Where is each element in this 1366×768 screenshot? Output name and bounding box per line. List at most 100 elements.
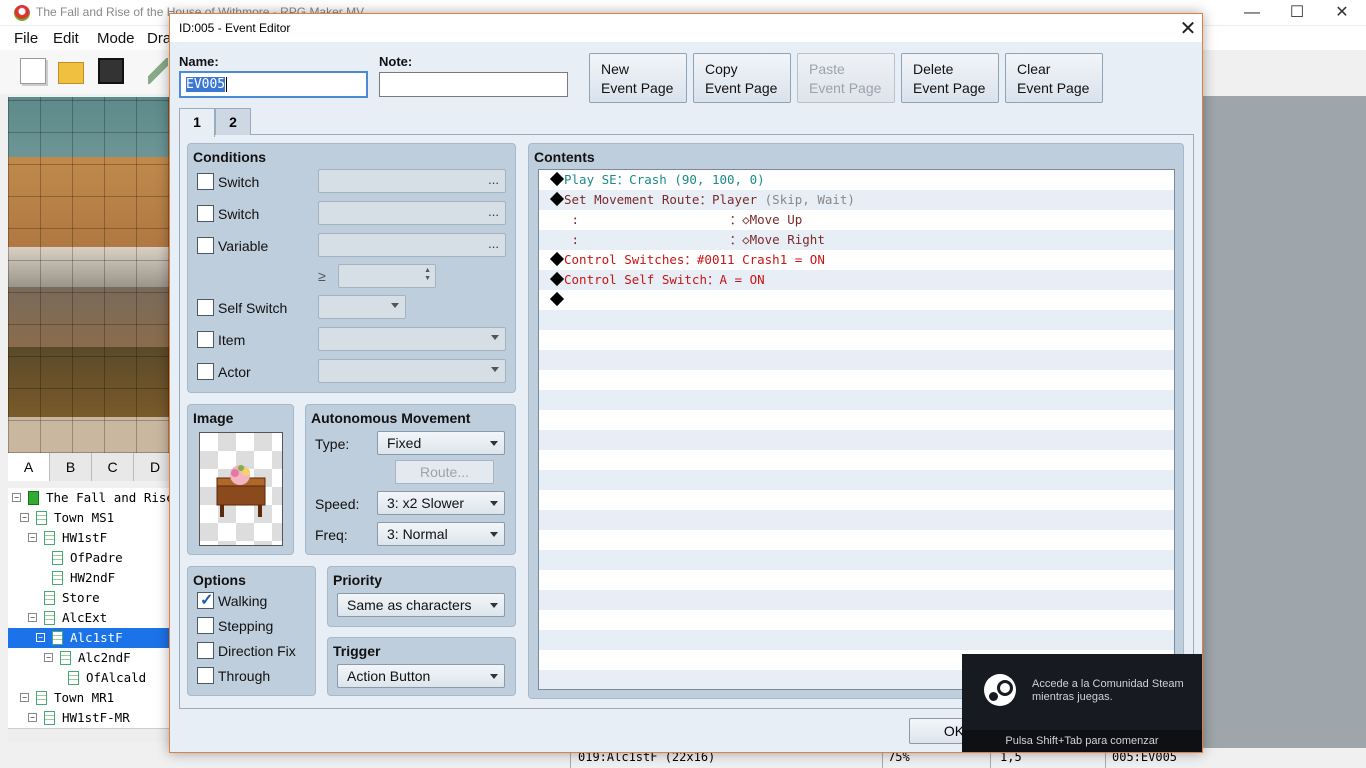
project-icon xyxy=(28,491,39,505)
event-image-preview[interactable] xyxy=(199,432,283,546)
map-tree-item[interactable]: − HW1stF xyxy=(8,528,170,548)
map-tree-item[interactable]: OfAlcald xyxy=(8,668,170,688)
type-label: Type: xyxy=(315,436,350,452)
save-icon[interactable] xyxy=(98,58,124,84)
through-checkbox[interactable] xyxy=(197,667,214,684)
minimize-icon[interactable]: — xyxy=(1232,2,1272,24)
map-tree-item[interactable]: − Town MS1 xyxy=(8,508,170,528)
event-command-line[interactable] xyxy=(539,290,1174,310)
freq-select[interactable]: 3: Normal xyxy=(377,522,505,546)
map-tree-item[interactable]: − Alc2ndF xyxy=(8,648,170,668)
variable-value-stepper[interactable]: ▲ ▼ xyxy=(338,264,436,288)
map-tree-item[interactable]: − The Fall and Rise xyxy=(8,488,170,508)
actor-select[interactable] xyxy=(318,359,506,383)
copy-event-page-button[interactable]: Copy Event Page xyxy=(693,53,791,103)
chevron-down-icon xyxy=(391,303,399,308)
steam-message: Accede a la Comunidad Steam mientras jue… xyxy=(1032,678,1184,703)
horizontal-scrollbar[interactable] xyxy=(8,728,170,742)
event-command-line[interactable]: Play SE：Crash (90, 100, 0) xyxy=(539,170,1174,190)
menu-file[interactable]: File xyxy=(14,30,38,47)
cut-icon[interactable] xyxy=(148,58,168,84)
priority-select[interactable]: Same as characters xyxy=(337,593,505,617)
tree-expander-icon[interactable]: − xyxy=(20,513,29,522)
tab-page-2[interactable]: 2 xyxy=(215,108,251,135)
new-event-page-button[interactable]: New Event Page xyxy=(589,53,687,103)
switch2-checkbox[interactable] xyxy=(197,205,214,222)
tree-expander-icon[interactable]: − xyxy=(20,693,29,702)
item-checkbox[interactable] xyxy=(197,331,214,348)
tree-expander-icon[interactable]: − xyxy=(28,533,37,542)
tree-expander-icon[interactable]: − xyxy=(36,633,45,642)
tileset-tab-a[interactable]: A xyxy=(8,453,50,481)
map-tree-item[interactable]: − HW1stF-MR xyxy=(8,708,170,728)
event-command-text: Set Movement Route：Player (Skip, Wait) xyxy=(564,192,855,207)
steam-footer: Pulsa Shift+Tab para comenzar xyxy=(962,730,1202,752)
stepping-label: Stepping xyxy=(218,618,274,634)
map-tree-item[interactable]: − AlcExt xyxy=(8,608,170,628)
map-canvas[interactable] xyxy=(1203,96,1366,752)
note-field[interactable] xyxy=(379,72,568,97)
paste-event-page-button[interactable]: Paste Event Page xyxy=(797,53,895,103)
chevron-down-icon xyxy=(491,367,499,372)
item-select[interactable] xyxy=(318,327,506,351)
chevron-down-icon xyxy=(490,501,498,506)
walking-checkbox[interactable] xyxy=(197,590,214,610)
new-btn-line2: Event Page xyxy=(601,80,674,96)
route-button[interactable]: Route... xyxy=(395,460,494,484)
tree-expander-icon[interactable]: − xyxy=(44,653,53,662)
delete-event-page-button[interactable]: Delete Event Page xyxy=(901,53,999,103)
diamond-icon xyxy=(549,171,565,187)
stepping-checkbox[interactable] xyxy=(197,617,214,634)
variable-checkbox[interactable] xyxy=(197,237,214,254)
map-tree-item[interactable]: HW2ndF xyxy=(8,568,170,588)
dialog-title: ID:005 - Event Editor xyxy=(179,21,291,35)
event-command-line[interactable]: Control Self Switch：A = ON xyxy=(539,270,1174,290)
conditions-title: Conditions xyxy=(193,149,267,165)
menu-draw[interactable]: Dra xyxy=(147,30,171,47)
tileset-tab-b[interactable]: B xyxy=(50,453,92,481)
speed-select[interactable]: 3: x2 Slower xyxy=(377,491,505,515)
tree-expander-icon[interactable]: − xyxy=(28,613,37,622)
map-tree-item[interactable]: − Town MR1 xyxy=(8,688,170,708)
self-switch-select[interactable] xyxy=(318,295,406,319)
diamond-icon xyxy=(549,271,565,287)
open-folder-icon[interactable] xyxy=(58,62,84,84)
actor-checkbox[interactable] xyxy=(197,363,214,380)
map-tree-item[interactable]: − Alc1stF xyxy=(8,628,170,648)
tileset-palette[interactable] xyxy=(8,97,170,453)
direction-fix-label: Direction Fix xyxy=(218,643,296,659)
maximize-icon[interactable]: ☐ xyxy=(1277,2,1317,24)
close-icon[interactable]: ✕ xyxy=(1176,16,1200,41)
switch2-selector[interactable]: ... xyxy=(318,201,506,225)
tab-page-1[interactable]: 1 xyxy=(179,108,215,137)
event-command-line[interactable]: : ：◇Move Up xyxy=(539,210,1174,230)
direction-fix-checkbox[interactable] xyxy=(197,642,214,659)
clear-event-page-button[interactable]: Clear Event Page xyxy=(1005,53,1103,103)
variable-selector[interactable]: ... xyxy=(318,233,506,257)
map-tree-item[interactable]: OfPadre xyxy=(8,548,170,568)
toolbar xyxy=(0,50,170,94)
switch1-checkbox[interactable] xyxy=(197,173,214,190)
new-project-icon[interactable] xyxy=(20,58,46,84)
tree-expander-icon[interactable]: − xyxy=(12,493,21,502)
tileset-tab-c[interactable]: C xyxy=(92,453,134,481)
name-field[interactable]: EV005 xyxy=(179,71,368,98)
map-tree-item[interactable]: Store xyxy=(8,588,170,608)
trigger-select[interactable]: Action Button xyxy=(337,664,505,688)
event-command-line[interactable]: : ：◇Move Right xyxy=(539,230,1174,250)
self-switch-checkbox[interactable] xyxy=(197,299,214,316)
map-tree: − The Fall and Rise − Town MS1 − HW1stF OfPadr… xyxy=(8,488,170,730)
switch1-selector[interactable]: ... xyxy=(318,169,506,193)
tree-expander-icon[interactable]: − xyxy=(28,713,37,722)
event-command-line[interactable]: Set Movement Route：Player (Skip, Wait) xyxy=(539,190,1174,210)
freq-value: 3: Normal xyxy=(387,526,448,542)
event-command-line[interactable]: Control Switches：#0011 Crash1 = ON xyxy=(539,250,1174,270)
event-commands-list[interactable]: Play SE：Crash (90, 100, 0) Set Movement R… xyxy=(538,169,1175,690)
type-select[interactable]: Fixed xyxy=(377,431,505,455)
close-window-icon[interactable]: ✕ xyxy=(1322,2,1362,24)
map-tree-label: HW1stF-MR xyxy=(62,710,130,725)
menu-mode[interactable]: Mode xyxy=(97,30,135,47)
speed-value: 3: x2 Slower xyxy=(387,495,465,511)
steam-overlay-notification[interactable]: Accede a la Comunidad Steam mientras jue… xyxy=(962,654,1202,752)
menu-edit[interactable]: Edit xyxy=(53,30,79,47)
